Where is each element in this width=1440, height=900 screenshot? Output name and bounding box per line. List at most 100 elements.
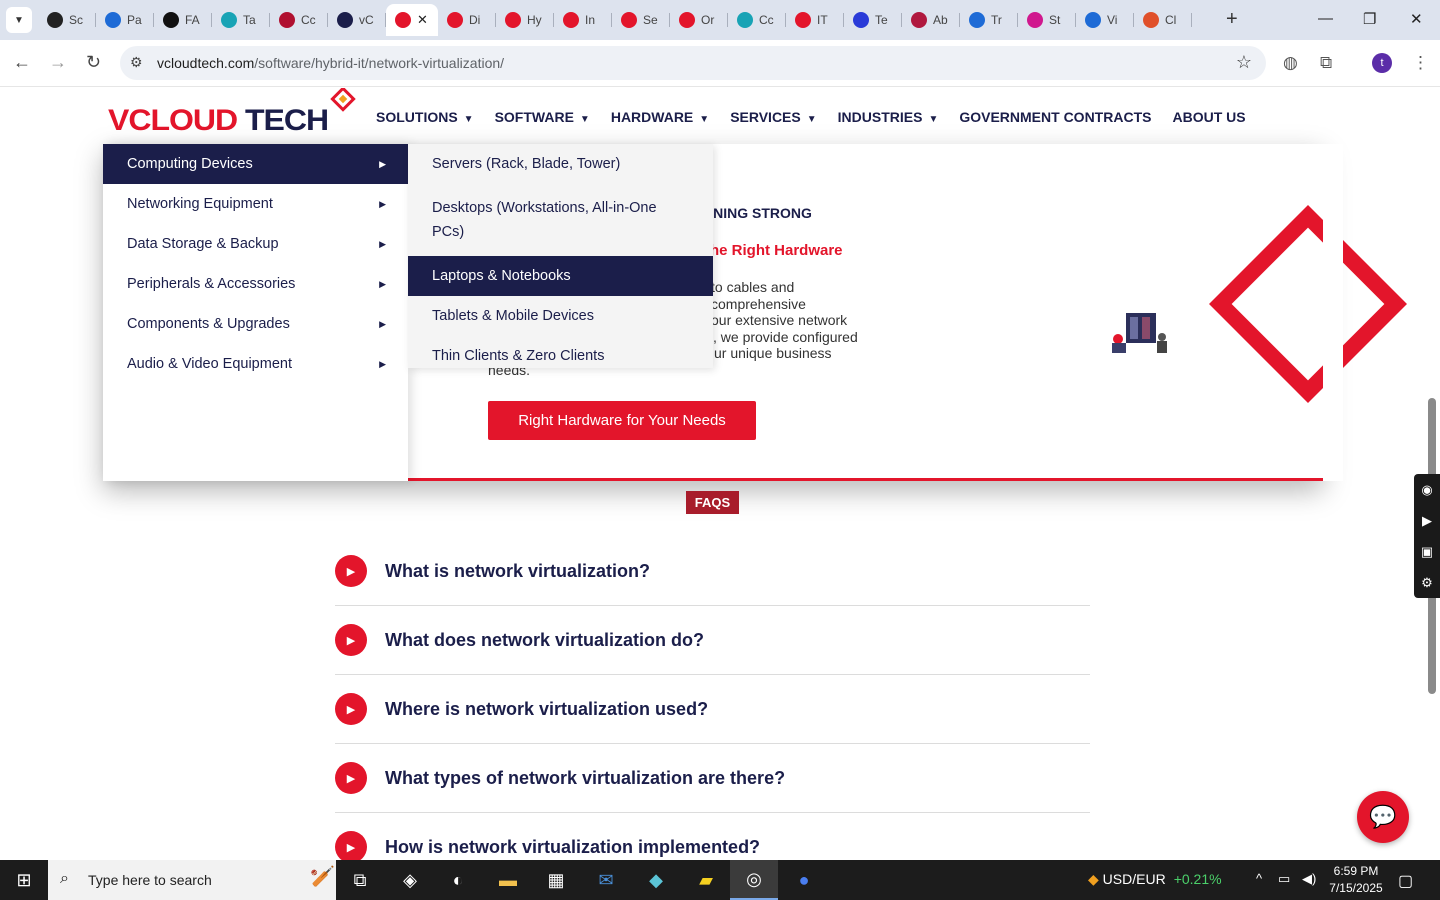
menu-category-item[interactable]: Data Storage & Backup ▶ (103, 224, 408, 264)
submenu-item[interactable]: Servers (Rack, Blade, Tower) (408, 144, 713, 184)
nav-item-software[interactable]: SOFTWARE ▼ (495, 109, 590, 125)
nav-item-industries[interactable]: INDUSTRIES ▼ (838, 109, 939, 125)
submenu-item[interactable]: Tablets & Mobile Devices (408, 296, 713, 336)
browser-tab[interactable]: Te (844, 4, 902, 36)
extensions-icon[interactable]: ⧉ (1320, 53, 1332, 73)
nav-item-solutions[interactable]: SOLUTIONS ▼ (376, 109, 474, 125)
browser-tab[interactable]: Cc (270, 4, 328, 36)
menu-kebab-icon[interactable]: ⋮ (1412, 53, 1429, 73)
minimize-button[interactable]: — (1318, 10, 1333, 27)
browser-tab[interactable]: St (1018, 4, 1076, 36)
browser-tab[interactable]: Cc (728, 4, 786, 36)
dev-app-icon[interactable]: ◆ (632, 860, 680, 900)
url-text[interactable]: vcloudtech.com/software/hybrid-it/networ… (157, 55, 504, 71)
caret-down-icon: ▼ (928, 114, 939, 125)
translate-icon[interactable]: ◍ (1283, 53, 1298, 73)
volume-icon[interactable]: ◀) (1302, 871, 1316, 887)
menu-category-item[interactable]: Peripherals & Accessories ▶ (103, 264, 408, 304)
submenu-item[interactable]: Laptops & Notebooks (408, 256, 713, 296)
expand-play-icon[interactable]: ▶ (335, 693, 367, 725)
window-icon[interactable]: ▣ (1421, 544, 1433, 560)
browser-tab[interactable]: Cl (1134, 4, 1192, 36)
browser-tab[interactable]: IT (786, 4, 844, 36)
browser-tab[interactable]: Se (612, 4, 670, 36)
submenu-item[interactable]: Desktops (Workstations, All-in-One PCs) (408, 184, 713, 256)
faq-item[interactable]: ▶ What is network virtualization? (335, 537, 1090, 606)
browser-tab[interactable]: Ab (902, 4, 960, 36)
task-view-button[interactable]: ⧉ (336, 860, 384, 900)
computing-devices-submenu: Servers (Rack, Blade, Tower) Desktops (Wo… (408, 144, 713, 368)
browser-tab[interactable]: Di (438, 4, 496, 36)
restore-button[interactable]: ❐ (1363, 10, 1376, 28)
taskbar-search[interactable]: ⌕ Type here to search 🏏 (48, 860, 336, 900)
chevron-right-icon: ▶ (379, 278, 386, 289)
tab-title: vC (359, 13, 374, 27)
expand-play-icon[interactable]: ▶ (335, 831, 367, 860)
tab-title: Di (469, 13, 481, 27)
nav-item-about-us[interactable]: ABOUT US (1172, 109, 1245, 125)
expand-play-icon[interactable]: ▶ (335, 555, 367, 587)
browser-tab[interactable]: Tr (960, 4, 1018, 36)
browser-tab[interactable]: In (554, 4, 612, 36)
tab-title: Se (643, 13, 658, 27)
tab-search-button[interactable]: ▼ (6, 7, 32, 33)
currency-ticker[interactable]: ◆ USD/EUR +0.21% (1088, 871, 1222, 888)
bookmark-star-icon[interactable]: ☆ (1236, 52, 1252, 73)
sticky-notes-app-icon[interactable]: ▰ (682, 860, 730, 900)
browser-tab[interactable]: Hy (496, 4, 554, 36)
menu-category-item[interactable]: Components & Upgrades ▶ (103, 304, 408, 344)
close-window-button[interactable]: ✕ (1410, 10, 1423, 28)
vcloud-icon (621, 12, 637, 28)
copilot-app-icon[interactable]: ◈ (386, 860, 434, 900)
faq-item[interactable]: ▶ Where is network virtualization used? (335, 675, 1090, 744)
browser-tab[interactable]: Vi (1076, 4, 1134, 36)
faq-item[interactable]: ▶ What types of network virtualization ar… (335, 744, 1090, 813)
browser-tab[interactable]: Ta (212, 4, 270, 36)
video-icon[interactable]: ▶ (1422, 513, 1432, 529)
camera-icon[interactable]: ◉ (1421, 482, 1432, 498)
new-tab-button[interactable]: + (1226, 9, 1238, 29)
mail-app-icon[interactable]: ✉ (582, 860, 630, 900)
edge-app-icon[interactable]: ◐ (434, 860, 482, 900)
hero-heading: he Right Hardware (710, 242, 843, 259)
notifications-icon[interactable]: ▢ (1398, 871, 1413, 891)
tray-overflow-icon[interactable]: ^ (1256, 871, 1262, 886)
faq-item[interactable]: ▶ What does network virtualization do? (335, 606, 1090, 675)
forward-button[interactable]: → (49, 52, 67, 72)
start-button[interactable]: ⊞ (0, 860, 48, 900)
right-hardware-cta-button[interactable]: Right Hardware for Your Needs (488, 401, 756, 440)
browser-tab[interactable]: ✕ (386, 4, 438, 36)
network-icon[interactable]: ▭ (1278, 871, 1290, 887)
tab-title: Te (875, 13, 888, 27)
settings-gear-icon[interactable]: ⚙ (1421, 575, 1433, 591)
site-info-icon[interactable]: ⚙ (130, 54, 143, 71)
file-explorer-app-icon[interactable]: ▬ (484, 860, 532, 900)
menu-category-item[interactable]: Networking Equipment ▶ (103, 184, 408, 224)
browser-tab[interactable]: vC (328, 4, 386, 36)
menu-category-item[interactable]: Audio & Video Equipment ▶ (103, 344, 408, 384)
chat-widget-button[interactable]: 💬 (1357, 791, 1409, 843)
chat-icon: 💬 (1369, 804, 1397, 829)
faq-item[interactable]: ▶ How is network virtualization implement… (335, 813, 1090, 860)
address-bar[interactable]: ⚙ vcloudtech.com/software/hybrid-it/netw… (120, 46, 1266, 80)
reload-button[interactable]: ↻ (86, 52, 101, 72)
browser-tab[interactable]: Sc (38, 4, 96, 36)
menu-category-item[interactable]: Computing Devices ▶ (103, 144, 408, 184)
expand-play-icon[interactable]: ▶ (335, 762, 367, 794)
nav-item-services[interactable]: SERVICES ▼ (730, 109, 816, 125)
browser-tab[interactable]: Or (670, 4, 728, 36)
close-tab-icon[interactable]: ✕ (417, 12, 428, 28)
expand-play-icon[interactable]: ▶ (335, 624, 367, 656)
system-clock[interactable]: 6:59 PM 7/15/2025 (1326, 863, 1386, 897)
profile-avatar[interactable]: t (1372, 53, 1392, 73)
chrome-app-icon[interactable]: ◎ (730, 860, 778, 900)
nav-item-hardware[interactable]: HARDWARE ▼ (611, 109, 709, 125)
vcloud-tech-logo[interactable]: VCLOUD TECH (108, 103, 329, 137)
store-app-icon[interactable]: ▦ (532, 860, 580, 900)
browser-tab[interactable]: FA (154, 4, 212, 36)
back-button[interactable]: ← (13, 52, 31, 72)
zoom-app-icon[interactable]: ● (780, 860, 828, 900)
nav-item-government-contracts[interactable]: GOVERNMENT CONTRACTS (959, 109, 1151, 125)
submenu-item[interactable]: Thin Clients & Zero Clients (408, 336, 713, 376)
browser-tab[interactable]: Pa (96, 4, 154, 36)
